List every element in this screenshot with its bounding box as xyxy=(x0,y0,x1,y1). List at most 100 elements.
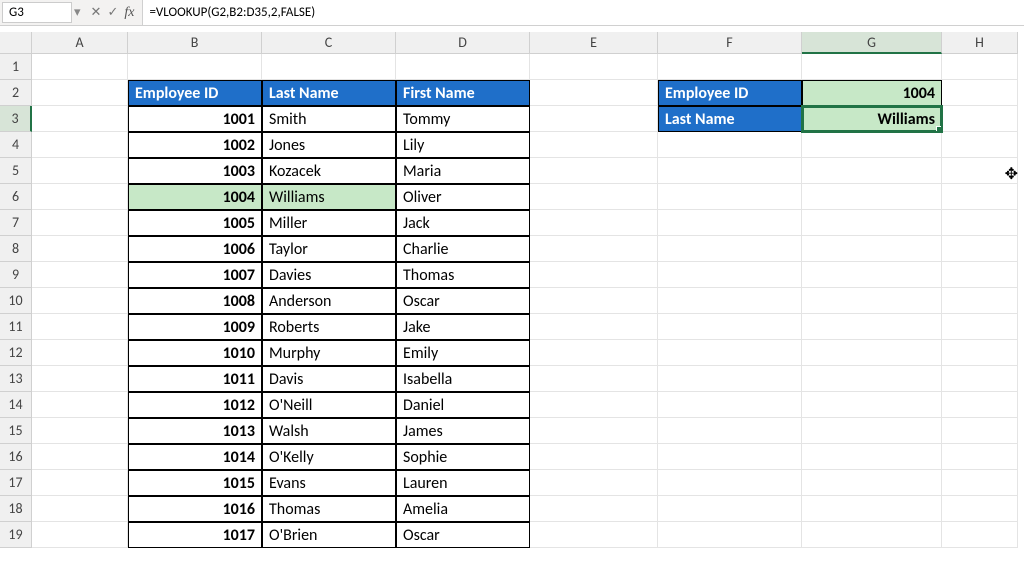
fx-icon[interactable]: fx xyxy=(124,5,134,21)
cell-G4[interactable] xyxy=(802,132,942,158)
formula-input[interactable]: =VLOOKUP(G2,B2:D35,2,FALSE) xyxy=(142,0,1024,25)
cell-E4[interactable] xyxy=(530,132,658,158)
cell-F15[interactable] xyxy=(658,418,802,444)
cell-F6[interactable] xyxy=(658,184,802,210)
emp-id[interactable]: 1005 xyxy=(128,210,262,236)
cell-E18[interactable] xyxy=(530,496,658,522)
cell-F7[interactable] xyxy=(658,210,802,236)
cell-H17[interactable] xyxy=(942,470,1018,496)
row-header-1[interactable]: 1 xyxy=(0,54,32,80)
select-all-corner[interactable] xyxy=(0,32,32,54)
cell-H14[interactable] xyxy=(942,392,1018,418)
emp-id[interactable]: 1013 xyxy=(128,418,262,444)
col-header-G[interactable]: G xyxy=(802,32,942,54)
emp-first[interactable]: Maria xyxy=(396,158,530,184)
confirm-formula-icon[interactable]: ✓ xyxy=(107,5,118,20)
cell-A18[interactable] xyxy=(32,496,128,522)
cell-A5[interactable] xyxy=(32,158,128,184)
row-header-10[interactable]: 10 xyxy=(0,288,32,314)
emp-last[interactable]: O'Neill xyxy=(262,392,396,418)
cell-E3[interactable] xyxy=(530,106,658,132)
cell-E12[interactable] xyxy=(530,340,658,366)
lookup-label-employee-id[interactable]: Employee ID xyxy=(658,80,802,106)
cell-H6[interactable] xyxy=(942,184,1018,210)
emp-first[interactable]: Jack xyxy=(396,210,530,236)
name-box[interactable]: G3 xyxy=(2,2,72,23)
cell-G15[interactable] xyxy=(802,418,942,444)
col-header-D[interactable]: D xyxy=(396,32,530,54)
cell-G18[interactable] xyxy=(802,496,942,522)
row-header-2[interactable]: 2 xyxy=(0,80,32,106)
cell-H11[interactable] xyxy=(942,314,1018,340)
col-header-B[interactable]: B xyxy=(128,32,262,54)
cell-F11[interactable] xyxy=(658,314,802,340)
emp-id[interactable]: 1017 xyxy=(128,522,262,548)
row-header-12[interactable]: 12 xyxy=(0,340,32,366)
cell-H3[interactable] xyxy=(942,106,1018,132)
emp-id[interactable]: 1009 xyxy=(128,314,262,340)
emp-last[interactable]: Kozacek xyxy=(262,158,396,184)
row-header-17[interactable]: 17 xyxy=(0,470,32,496)
header-first-name[interactable]: First Name xyxy=(396,80,530,106)
emp-last[interactable]: Davis xyxy=(262,366,396,392)
cell-H8[interactable] xyxy=(942,236,1018,262)
cell-G16[interactable] xyxy=(802,444,942,470)
emp-first[interactable]: Thomas xyxy=(396,262,530,288)
row-header-9[interactable]: 9 xyxy=(0,262,32,288)
cell-E13[interactable] xyxy=(530,366,658,392)
row-header-7[interactable]: 7 xyxy=(0,210,32,236)
cell-F16[interactable] xyxy=(658,444,802,470)
row-header-11[interactable]: 11 xyxy=(0,314,32,340)
row-header-19[interactable]: 19 xyxy=(0,522,32,548)
emp-last[interactable]: Davies xyxy=(262,262,396,288)
emp-first[interactable]: Emily xyxy=(396,340,530,366)
row-header-5[interactable]: 5 xyxy=(0,158,32,184)
emp-last[interactable]: Roberts xyxy=(262,314,396,340)
cell-F17[interactable] xyxy=(658,470,802,496)
cell-A15[interactable] xyxy=(32,418,128,444)
cell-C1[interactable] xyxy=(262,54,396,80)
cell-G8[interactable] xyxy=(802,236,942,262)
cell-A13[interactable] xyxy=(32,366,128,392)
header-employee-id[interactable]: Employee ID xyxy=(128,80,262,106)
cell-E1[interactable] xyxy=(530,54,658,80)
col-header-C[interactable]: C xyxy=(262,32,396,54)
cell-B1[interactable] xyxy=(128,54,262,80)
cell-H13[interactable] xyxy=(942,366,1018,392)
cell-H19[interactable] xyxy=(942,522,1018,548)
cell-F18[interactable] xyxy=(658,496,802,522)
emp-id[interactable]: 1015 xyxy=(128,470,262,496)
cell-H15[interactable] xyxy=(942,418,1018,444)
name-box-dropdown-icon[interactable]: ▾ xyxy=(74,0,83,25)
cell-H1[interactable] xyxy=(942,54,1018,80)
cell-A8[interactable] xyxy=(32,236,128,262)
col-header-A[interactable]: A xyxy=(32,32,128,54)
emp-id[interactable]: 1012 xyxy=(128,392,262,418)
cell-G7[interactable] xyxy=(802,210,942,236)
emp-first[interactable]: Isabella xyxy=(396,366,530,392)
emp-first[interactable]: Oscar xyxy=(396,522,530,548)
emp-first[interactable]: Lily xyxy=(396,132,530,158)
row-header-4[interactable]: 4 xyxy=(0,132,32,158)
cell-D1[interactable] xyxy=(396,54,530,80)
cell-E7[interactable] xyxy=(530,210,658,236)
emp-last[interactable]: Evans xyxy=(262,470,396,496)
cell-E5[interactable] xyxy=(530,158,658,184)
emp-first[interactable]: Lauren xyxy=(396,470,530,496)
lookup-value-last[interactable]: Williams xyxy=(802,106,942,132)
emp-first[interactable]: James xyxy=(396,418,530,444)
cell-E10[interactable] xyxy=(530,288,658,314)
cell-A12[interactable] xyxy=(32,340,128,366)
emp-last[interactable]: Jones xyxy=(262,132,396,158)
cell-E11[interactable] xyxy=(530,314,658,340)
col-header-F[interactable]: F xyxy=(658,32,802,54)
cell-F13[interactable] xyxy=(658,366,802,392)
col-header-E[interactable]: E xyxy=(530,32,658,54)
lookup-value-id[interactable]: 1004 xyxy=(802,80,942,106)
cell-A10[interactable] xyxy=(32,288,128,314)
cell-E15[interactable] xyxy=(530,418,658,444)
emp-id[interactable]: 1008 xyxy=(128,288,262,314)
cell-F14[interactable] xyxy=(658,392,802,418)
cell-E8[interactable] xyxy=(530,236,658,262)
emp-last[interactable]: Miller xyxy=(262,210,396,236)
